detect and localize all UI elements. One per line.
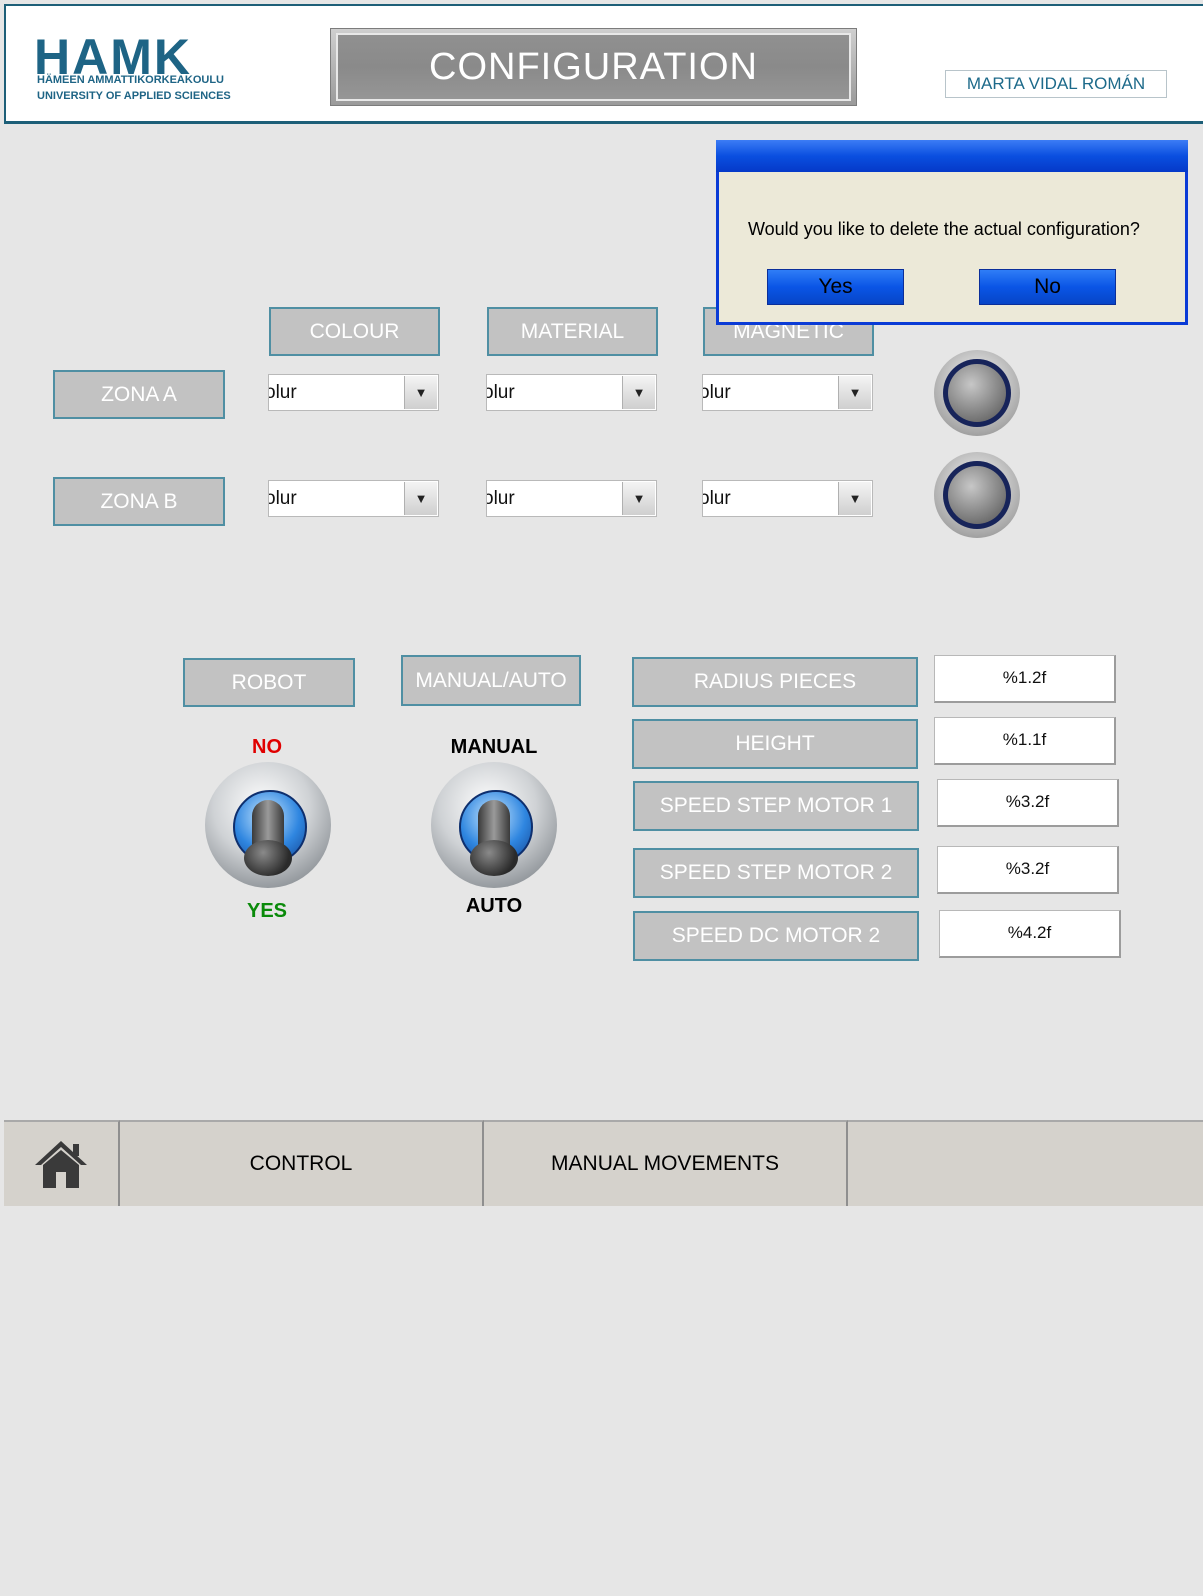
zone-a-indicator-button[interactable] bbox=[934, 350, 1020, 436]
height-field[interactable]: %1.1f bbox=[934, 717, 1116, 765]
switch-cap bbox=[244, 840, 292, 876]
empty-nav-slot bbox=[848, 1120, 1203, 1206]
dialog-yes-button[interactable]: Yes bbox=[767, 269, 904, 305]
zone-a-label: ZONA A bbox=[53, 370, 225, 419]
zone-b-material-dropdown[interactable]: olur ▼ bbox=[486, 480, 657, 517]
dropdown-value: olur bbox=[486, 382, 515, 403]
zone-b-magnetic-dropdown[interactable]: olur ▼ bbox=[702, 480, 873, 517]
zone-b-colour-dropdown[interactable]: olur ▼ bbox=[268, 480, 439, 517]
manual-auto-label: MANUAL/AUTO bbox=[401, 655, 581, 706]
dialog-title-bar[interactable] bbox=[716, 140, 1188, 172]
column-material: MATERIAL bbox=[487, 307, 658, 356]
logo-line-1: HÄMEEN AMMATTIKORKEAKOULU bbox=[37, 74, 224, 86]
zone-a-magnetic-dropdown[interactable]: olur ▼ bbox=[702, 374, 873, 411]
robot-yes-label: YES bbox=[246, 900, 288, 922]
dialog-message: Would you like to delete the actual conf… bbox=[748, 219, 1140, 239]
switch-cap bbox=[470, 840, 518, 876]
speed-dc-motor-2-label: SPEED DC MOTOR 2 bbox=[633, 911, 919, 961]
author-name: MARTA VIDAL ROMÁN bbox=[945, 70, 1167, 98]
home-button[interactable] bbox=[4, 1120, 120, 1206]
mode-manual-label: MANUAL bbox=[450, 736, 538, 758]
chevron-down-icon[interactable]: ▼ bbox=[404, 376, 437, 409]
robot-no-label: NO bbox=[252, 736, 282, 758]
column-colour: COLOUR bbox=[269, 307, 440, 356]
speed-step-motor-1-label: SPEED STEP MOTOR 1 bbox=[633, 781, 919, 831]
height-label: HEIGHT bbox=[632, 719, 918, 769]
dropdown-value: olur bbox=[268, 488, 297, 509]
radius-pieces-label: RADIUS PIECES bbox=[632, 657, 918, 707]
radius-pieces-field[interactable]: %1.2f bbox=[934, 655, 1116, 703]
logo-line-2: UNIVERSITY OF APPLIED SCIENCES bbox=[37, 90, 231, 102]
zone-b-indicator-button[interactable] bbox=[934, 452, 1020, 538]
chevron-down-icon[interactable]: ▼ bbox=[838, 376, 871, 409]
chevron-down-icon[interactable]: ▼ bbox=[404, 482, 437, 515]
dropdown-value: olur bbox=[268, 382, 297, 403]
dropdown-value: olur bbox=[702, 382, 731, 403]
chevron-down-icon[interactable]: ▼ bbox=[838, 482, 871, 515]
speed-step-motor-2-field[interactable]: %3.2f bbox=[937, 846, 1119, 894]
robot-label: ROBOT bbox=[183, 658, 355, 707]
zone-b-label: ZONA B bbox=[53, 477, 225, 526]
dialog-no-button[interactable]: No bbox=[979, 269, 1116, 305]
zone-a-colour-dropdown[interactable]: olur ▼ bbox=[268, 374, 439, 411]
home-icon bbox=[35, 1141, 87, 1188]
robot-rotary-switch[interactable] bbox=[205, 762, 331, 888]
dropdown-value: olur bbox=[486, 488, 515, 509]
speed-dc-motor-2-field[interactable]: %4.2f bbox=[939, 910, 1121, 958]
speed-step-motor-1-field[interactable]: %3.2f bbox=[937, 779, 1119, 827]
chevron-down-icon[interactable]: ▼ bbox=[622, 482, 655, 515]
manual-auto-rotary-switch[interactable] bbox=[431, 762, 557, 888]
mode-auto-label: AUTO bbox=[465, 895, 523, 917]
manual-movements-button[interactable]: MANUAL MOVEMENTS bbox=[484, 1120, 848, 1206]
chevron-down-icon[interactable]: ▼ bbox=[622, 376, 655, 409]
zone-a-material-dropdown[interactable]: olur ▼ bbox=[486, 374, 657, 411]
page-title: CONFIGURATION bbox=[336, 33, 851, 101]
control-button[interactable]: CONTROL bbox=[120, 1120, 484, 1206]
speed-step-motor-2-label: SPEED STEP MOTOR 2 bbox=[633, 848, 919, 898]
dropdown-value: olur bbox=[702, 488, 731, 509]
